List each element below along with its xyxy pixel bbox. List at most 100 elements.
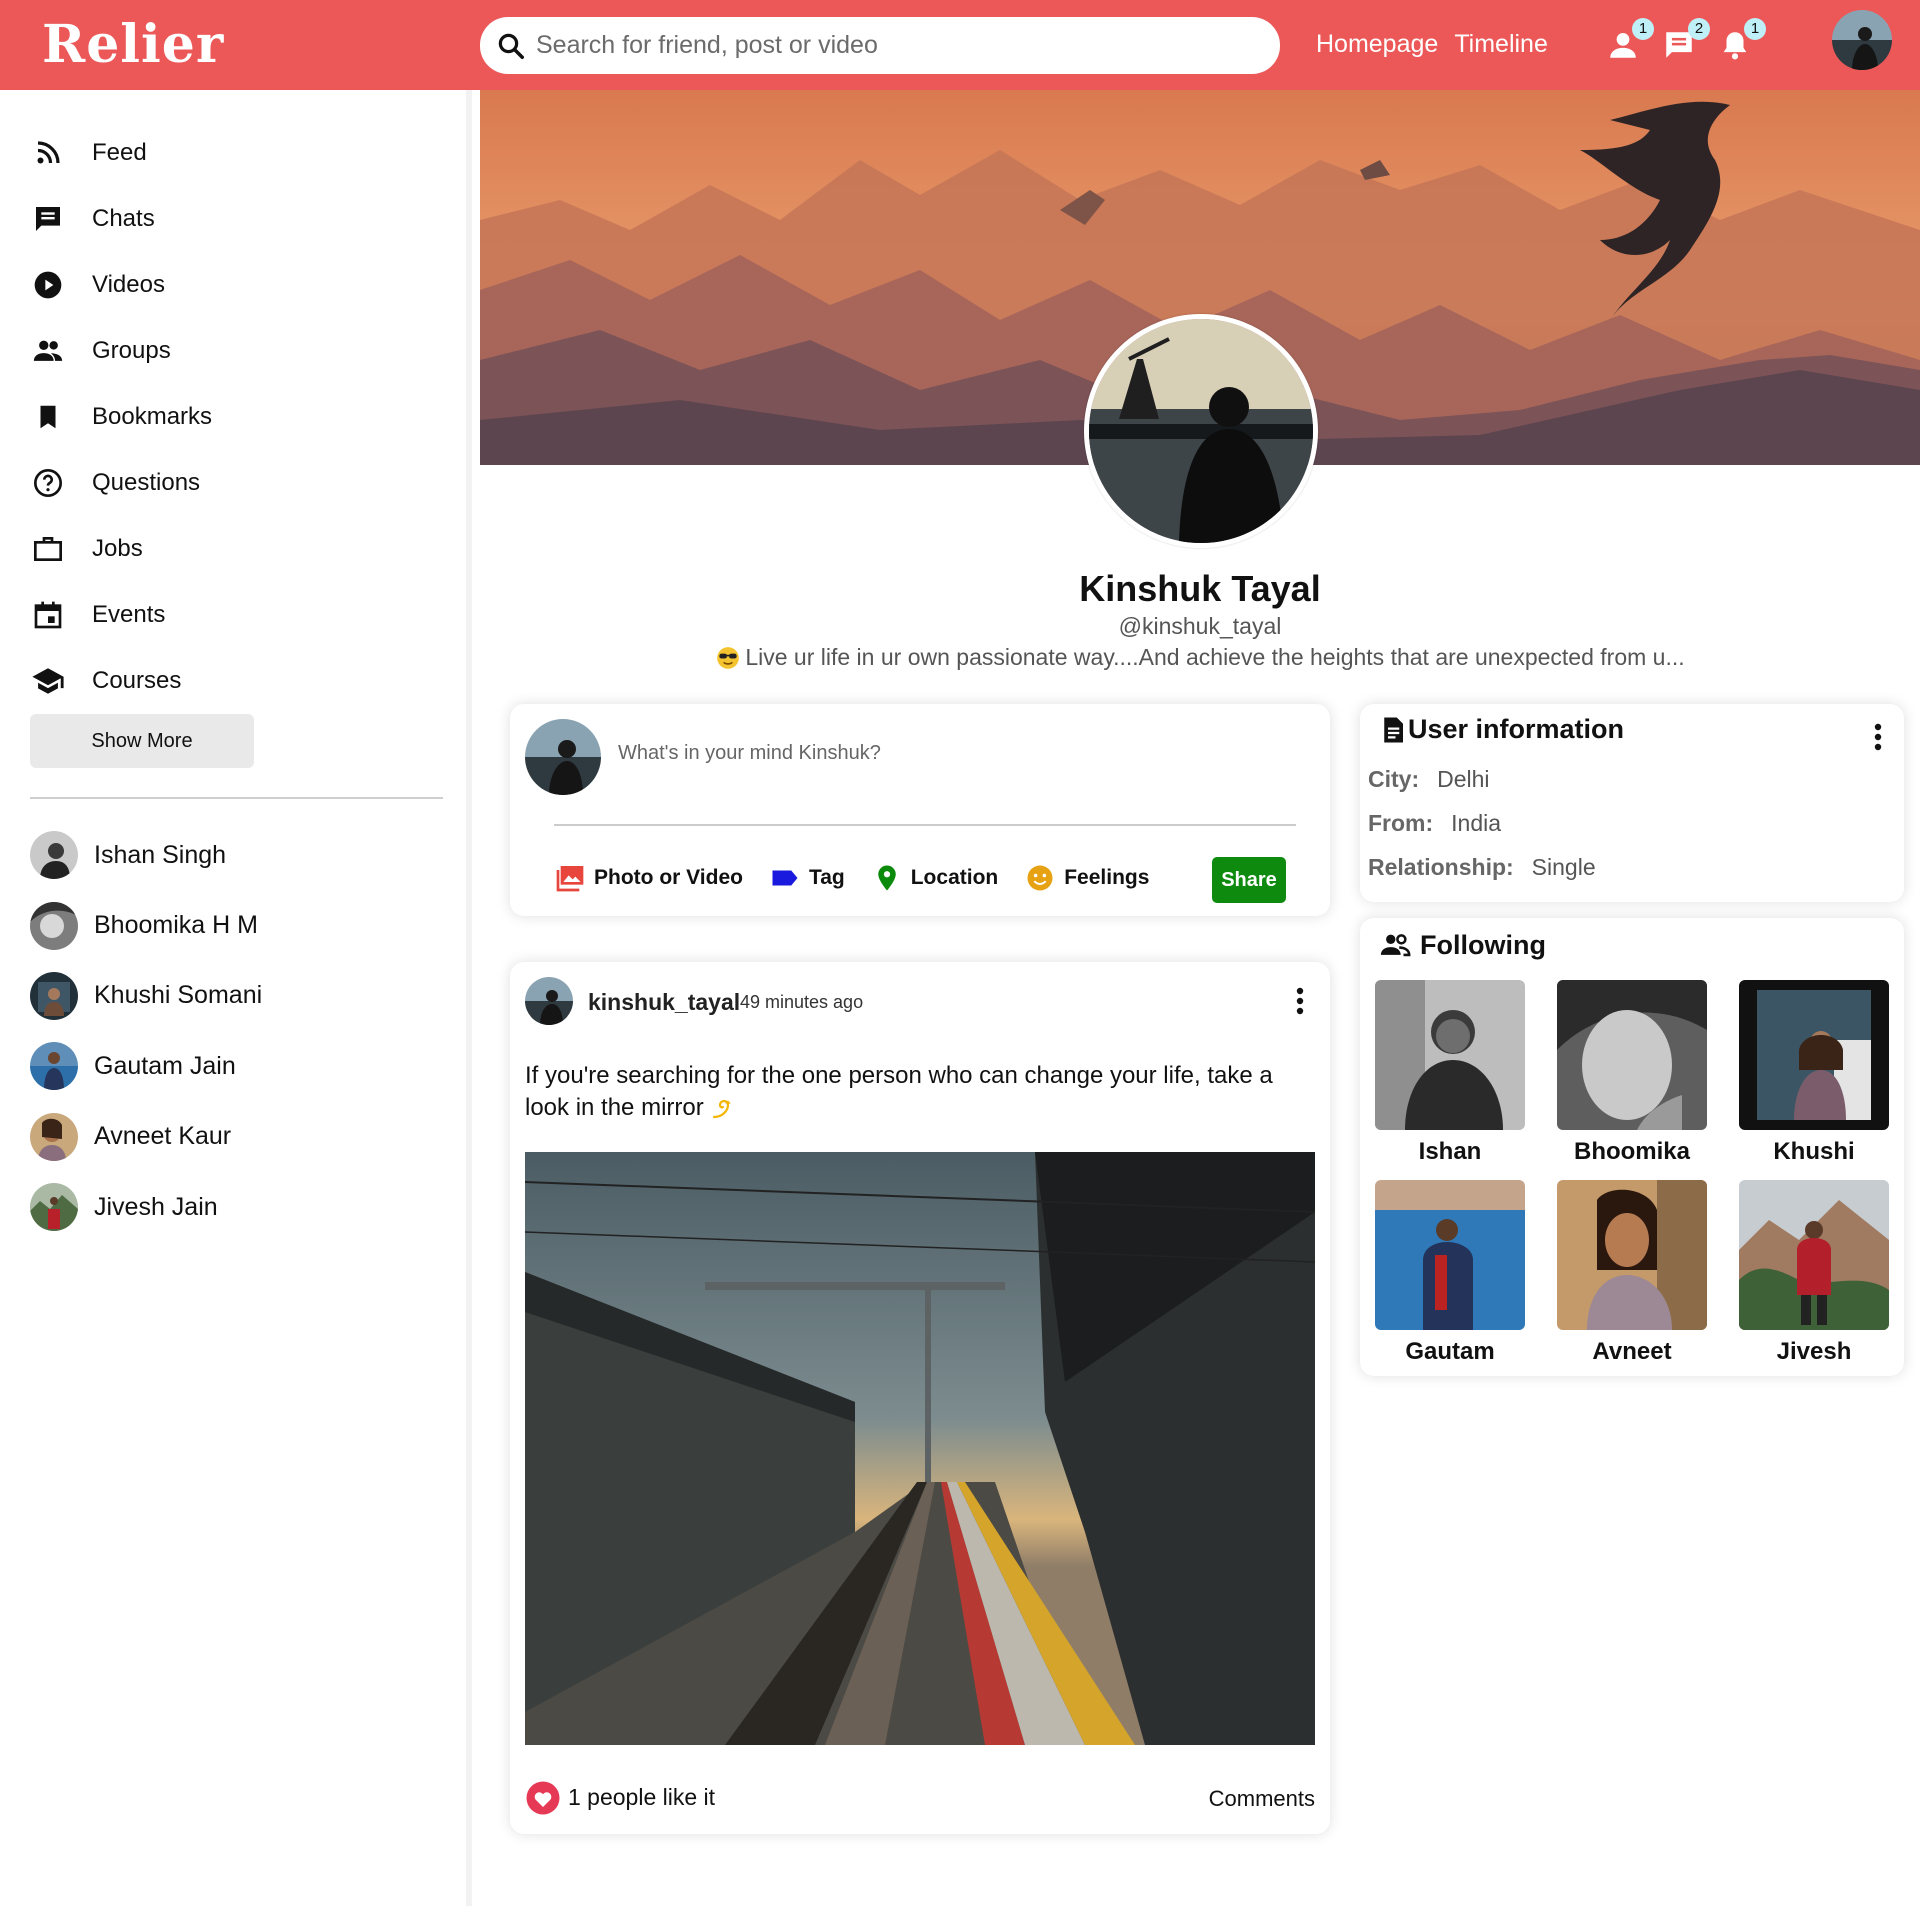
homepage-link[interactable]: Homepage xyxy=(1316,30,1438,59)
people-outline-icon xyxy=(1378,928,1412,962)
sidebar-item-videos[interactable]: Videos xyxy=(30,252,212,318)
top-navbar: Relier Homepage Timeline 1 2 1 xyxy=(0,0,1920,90)
friend-avatar xyxy=(30,971,78,1020)
document-icon xyxy=(1378,715,1408,745)
sidebar-item-chats[interactable]: Chats xyxy=(30,186,212,252)
notifications-button[interactable]: 1 xyxy=(1718,18,1766,64)
sidebar-item-label: Videos xyxy=(92,271,165,298)
following-card: Following Ishan Bhoomika Khushi Gautam A… xyxy=(1360,918,1904,1376)
friend-item[interactable]: Khushi Somani xyxy=(30,961,262,1031)
following-name: Bhoomika xyxy=(1573,1138,1690,1165)
profile-picture[interactable] xyxy=(1084,314,1318,548)
friend-list: Ishan Singh Bhoomika H M Khushi Somani G… xyxy=(30,820,262,1242)
friend-name: Avneet Kaur xyxy=(94,1122,232,1151)
more-vert-icon[interactable] xyxy=(1286,984,1314,1018)
user-avatar[interactable] xyxy=(1832,10,1892,70)
search-input[interactable] xyxy=(536,31,1236,60)
following-item-khushi[interactable]: Khushi xyxy=(1739,980,1889,1166)
following-item-bhoomika[interactable]: Bhoomika xyxy=(1557,980,1707,1166)
messages-badge: 2 xyxy=(1688,18,1710,40)
following-item-gautam[interactable]: Gautam xyxy=(1375,1180,1525,1366)
help-outline-icon xyxy=(30,465,66,501)
sidebar-nav: Feed Chats Videos Groups Bookmarks Quest… xyxy=(30,120,212,714)
option-label: Feelings xyxy=(1064,866,1150,889)
option-label: Photo or Video xyxy=(594,866,743,889)
friend-name: Gautam Jain xyxy=(94,1051,236,1080)
info-value: India xyxy=(1451,810,1502,836)
sidebar-item-bookmarks[interactable]: Bookmarks xyxy=(30,384,212,450)
photo-video-option[interactable]: Photo or Video xyxy=(554,862,743,894)
friend-item[interactable]: Jivesh Jain xyxy=(30,1172,262,1242)
following-photo xyxy=(1557,980,1707,1130)
info-label: From: xyxy=(1368,810,1434,836)
app-logo[interactable]: Relier xyxy=(42,14,224,75)
sidebar-item-label: Feed xyxy=(92,139,147,166)
feelings-option[interactable]: Feelings xyxy=(1024,862,1149,894)
profile-bio: Live ur life in ur own passionate way...… xyxy=(480,644,1920,671)
info-row-from: From: India xyxy=(1368,810,1501,837)
like-count: 1 people like it xyxy=(568,1784,716,1810)
following-photo xyxy=(1375,1180,1525,1330)
profile-name: Kinshuk Tayal xyxy=(1079,568,1321,609)
info-label: Relationship: xyxy=(1368,854,1514,880)
post-author-avatar[interactable] xyxy=(525,977,573,1025)
smiley-icon xyxy=(1024,862,1056,894)
friend-avatar xyxy=(30,1042,78,1091)
top-links: Homepage Timeline xyxy=(1316,30,1548,59)
following-photo xyxy=(1557,1180,1707,1330)
profile-handle: @kinshuk_tayal xyxy=(1118,613,1282,639)
sidebar-item-events[interactable]: Events xyxy=(30,582,212,648)
sidebar-item-label: Events xyxy=(92,601,166,628)
search-bar[interactable] xyxy=(480,17,1280,74)
messages-button[interactable]: 2 xyxy=(1662,18,1710,64)
timeline-link[interactable]: Timeline xyxy=(1454,30,1548,59)
sidebar-item-label: Groups xyxy=(92,337,171,364)
share-button[interactable]: Share xyxy=(1212,857,1286,903)
friend-item[interactable]: Bhoomika H M xyxy=(30,890,262,960)
sidebar-item-questions[interactable]: Questions xyxy=(30,450,212,516)
friend-name: Khushi Somani xyxy=(94,981,263,1010)
sidebar-item-label: Courses xyxy=(92,667,182,694)
following-photo xyxy=(1739,980,1889,1130)
show-more-button[interactable]: Show More xyxy=(30,714,254,768)
following-name: Avneet xyxy=(1592,1338,1672,1365)
play-circle-icon xyxy=(30,267,66,303)
friend-avatar xyxy=(30,831,78,880)
tag-option[interactable]: Tag xyxy=(769,862,845,894)
friend-item[interactable]: Avneet Kaur xyxy=(30,1102,262,1172)
info-row-relationship: Relationship: Single xyxy=(1368,854,1596,881)
friend-item[interactable]: Ishan Singh xyxy=(30,820,262,890)
info-value: Single xyxy=(1531,854,1596,880)
sidebar-item-label: Bookmarks xyxy=(92,403,213,430)
friend-avatar xyxy=(30,1112,78,1161)
friend-avatar xyxy=(30,1183,78,1232)
following-item-ishan[interactable]: Ishan xyxy=(1375,980,1525,1166)
sidebar-item-jobs[interactable]: Jobs xyxy=(30,516,212,582)
friend-name: Jivesh Jain xyxy=(94,1192,218,1221)
sidebar-item-label: Questions xyxy=(92,469,201,496)
following-photo xyxy=(1739,1180,1889,1330)
school-icon xyxy=(30,663,66,699)
sidebar-item-courses[interactable]: Courses xyxy=(30,648,212,714)
more-vert-icon[interactable] xyxy=(1866,720,1890,754)
comments-link[interactable]: Comments xyxy=(1209,1786,1315,1812)
friend-item[interactable]: Gautam Jain xyxy=(30,1031,262,1101)
group-icon xyxy=(30,333,66,369)
friend-requests-button[interactable]: 1 xyxy=(1606,18,1654,64)
post-image[interactable] xyxy=(525,1152,1315,1745)
post-username[interactable]: kinshuk_tayal xyxy=(588,989,740,1016)
sidebar-item-groups[interactable]: Groups xyxy=(30,318,212,384)
info-label: City: xyxy=(1368,766,1420,792)
work-outline-icon xyxy=(30,531,66,567)
following-item-jivesh[interactable]: Jivesh xyxy=(1739,1180,1889,1366)
like-heart-icon[interactable] xyxy=(525,1780,561,1816)
location-option[interactable]: Location xyxy=(871,862,999,894)
sunglasses-emoji-icon xyxy=(715,645,741,671)
label-icon xyxy=(769,862,801,894)
friend-avatar xyxy=(30,901,78,950)
option-label: Location xyxy=(910,866,999,889)
share-input[interactable] xyxy=(618,742,1258,765)
following-item-avneet[interactable]: Avneet xyxy=(1557,1180,1707,1366)
sidebar-item-feed[interactable]: Feed xyxy=(30,120,212,186)
following-photo xyxy=(1375,980,1525,1130)
